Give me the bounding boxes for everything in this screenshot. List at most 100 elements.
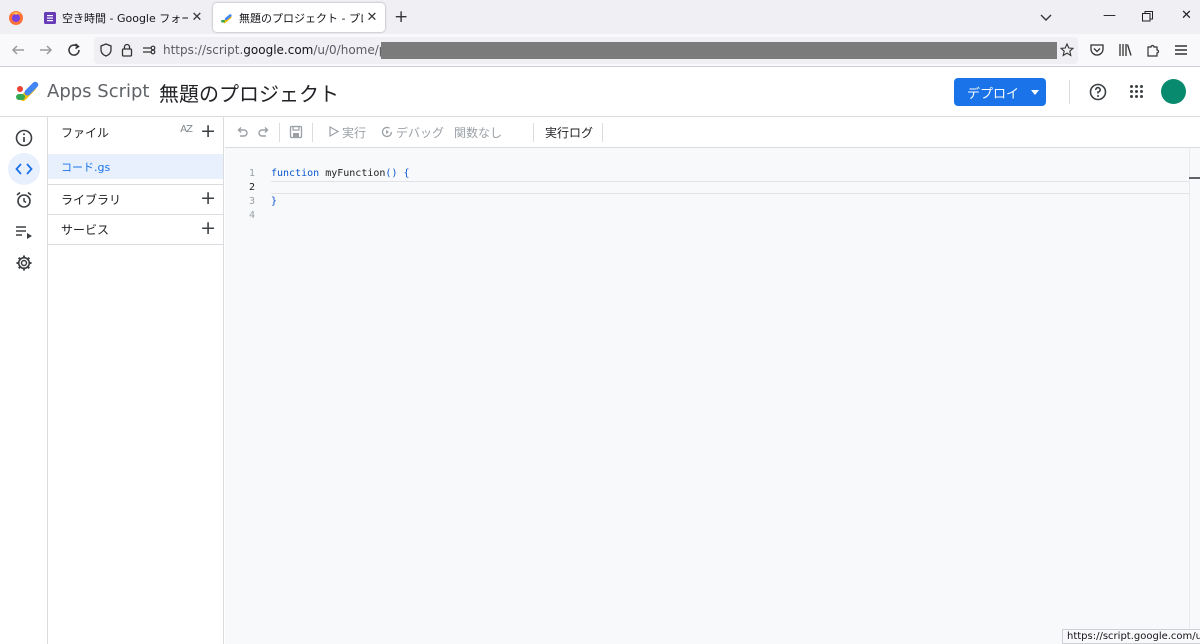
google-apps-icon[interactable] — [1130, 85, 1143, 98]
close-tab-icon[interactable]: ✕ — [188, 10, 206, 25]
save-icon[interactable] — [289, 125, 303, 139]
url-domain: google.com — [243, 43, 314, 57]
forward-icon[interactable] — [38, 42, 54, 58]
brace-open: { — [403, 168, 410, 179]
apps-script-logo-icon — [16, 81, 39, 101]
firefox-menu-icon[interactable] — [6, 8, 26, 28]
browser-tab-strip: 空き時間 - Google フォーム ✕ 無題のプロジェクト - プロジェクト編… — [0, 0, 1200, 34]
code-editor[interactable]: 1 2 3 4 function myFunction() { } — [225, 148, 1189, 644]
tab-title: 無題のプロジェクト - プロジェクト編集 — [239, 11, 363, 25]
file-name: コード.gs — [61, 160, 111, 174]
executions-button[interactable] — [12, 220, 36, 244]
add-library-icon[interactable]: + — [200, 189, 216, 208]
files-label: ファイル — [61, 125, 110, 140]
app-menu-icon[interactable] — [1173, 42, 1189, 58]
browser-nav-bar: https://script.google.com/u/0/home/proje… — [0, 34, 1200, 67]
toolbar-divider — [533, 123, 534, 142]
sort-az-icon[interactable]: AZ — [180, 124, 193, 135]
deploy-button[interactable]: デプロイ — [954, 78, 1046, 106]
code-line: } — [271, 195, 410, 209]
line-number: 4 — [248, 210, 255, 221]
lock-icon[interactable] — [121, 43, 133, 57]
new-tab-icon[interactable]: + — [394, 7, 408, 27]
alarm-clock-icon — [16, 191, 32, 208]
minimize-icon[interactable]: — — [1103, 8, 1116, 23]
line-number-gutter: 1 2 3 4 — [225, 167, 255, 223]
divider — [48, 244, 224, 245]
debug-button[interactable]: デバッグ — [396, 124, 444, 141]
url-prefix: https://script. — [163, 43, 244, 57]
deploy-label: デプロイ — [967, 86, 1020, 102]
project-title[interactable]: 無題のプロジェクト — [159, 78, 339, 107]
url-bar[interactable]: https://script.google.com/u/0/home/proje… — [94, 37, 1078, 64]
url-redacted — [381, 42, 1057, 59]
file-item-selected[interactable]: コード.gs — [48, 154, 223, 179]
toolbar-divider — [602, 123, 603, 142]
debug-icon — [381, 126, 393, 138]
execution-log-button[interactable]: 実行ログ — [545, 124, 593, 141]
pocket-icon[interactable] — [1089, 42, 1105, 58]
help-icon[interactable] — [1089, 83, 1107, 101]
back-icon[interactable] — [10, 42, 26, 58]
tab-title: 空き時間 - Google フォーム — [62, 11, 188, 25]
editor-button[interactable] — [8, 153, 40, 185]
undo-icon[interactable] — [235, 125, 249, 139]
browser-tab-apps-script[interactable]: 無題のプロジェクト - プロジェクト編集 ✕ — [213, 3, 385, 32]
caret-down-icon — [1031, 89, 1040, 95]
parens: () — [385, 168, 398, 179]
brand-name: Apps Script — [47, 81, 150, 102]
settings-button[interactable] — [12, 251, 36, 275]
toolbar-divider — [312, 123, 313, 142]
redo-icon[interactable] — [257, 125, 271, 139]
code-line: function myFunction() { — [271, 167, 410, 181]
close-window-icon[interactable]: ✕ — [1181, 8, 1192, 23]
app-header: Apps Script 無題のプロジェクト デプロイ — [0, 67, 1200, 117]
line-number: 1 — [248, 168, 255, 179]
scrollbar-cursor-marker — [1189, 177, 1200, 179]
overview-button[interactable] — [12, 126, 36, 150]
library-icon[interactable] — [1117, 42, 1133, 58]
line-number: 2 — [248, 182, 255, 193]
left-rail — [0, 117, 48, 644]
account-avatar[interactable] — [1161, 79, 1186, 104]
shield-icon[interactable] — [99, 43, 113, 57]
playlist-play-icon — [16, 226, 32, 239]
permissions-icon[interactable] — [142, 44, 156, 56]
code-content[interactable]: function myFunction() { } — [271, 167, 410, 223]
header-divider — [1069, 80, 1070, 104]
services-label: サービス — [61, 222, 110, 237]
add-file-icon[interactable]: + — [200, 122, 216, 141]
files-header: ファイル AZ + — [48, 117, 224, 147]
keyword: function — [271, 168, 320, 179]
toolbar-divider — [279, 123, 280, 142]
forms-icon — [44, 11, 56, 24]
link-status-bar: https://script.google.com/u/0/# — [1062, 629, 1200, 644]
reload-icon[interactable] — [66, 42, 82, 58]
restore-icon[interactable] — [1142, 11, 1153, 22]
play-icon — [329, 126, 339, 137]
files-panel: ファイル AZ + コード.gs ライブラリ + サービス + — [48, 117, 224, 644]
code-icon — [15, 163, 33, 175]
add-service-icon[interactable]: + — [200, 219, 216, 238]
function-name: myFunction — [325, 168, 386, 179]
bookmark-star-icon[interactable] — [1060, 43, 1074, 57]
brace-close: } — [271, 196, 278, 207]
info-icon — [15, 129, 33, 147]
line-number: 3 — [248, 196, 255, 207]
list-all-tabs-icon[interactable] — [1039, 10, 1053, 24]
triggers-button[interactable] — [12, 188, 36, 212]
function-select[interactable]: 関数なし — [454, 124, 502, 141]
libraries-row: ライブラリ + — [48, 184, 224, 214]
services-row: サービス + — [48, 214, 224, 244]
gear-icon — [16, 255, 32, 271]
editor-toolbar: 実行 デバッグ 関数なし 実行ログ — [225, 117, 1200, 148]
browser-tab-forms[interactable]: 空き時間 - Google フォーム ✕ — [36, 3, 210, 32]
libraries-label: ライブラリ — [61, 192, 122, 207]
apps-script-icon — [221, 13, 232, 23]
run-button[interactable]: 実行 — [342, 124, 366, 141]
close-tab-icon[interactable]: ✕ — [363, 10, 381, 25]
extensions-icon[interactable] — [1145, 42, 1161, 58]
editor-scrollbar[interactable] — [1189, 148, 1200, 644]
